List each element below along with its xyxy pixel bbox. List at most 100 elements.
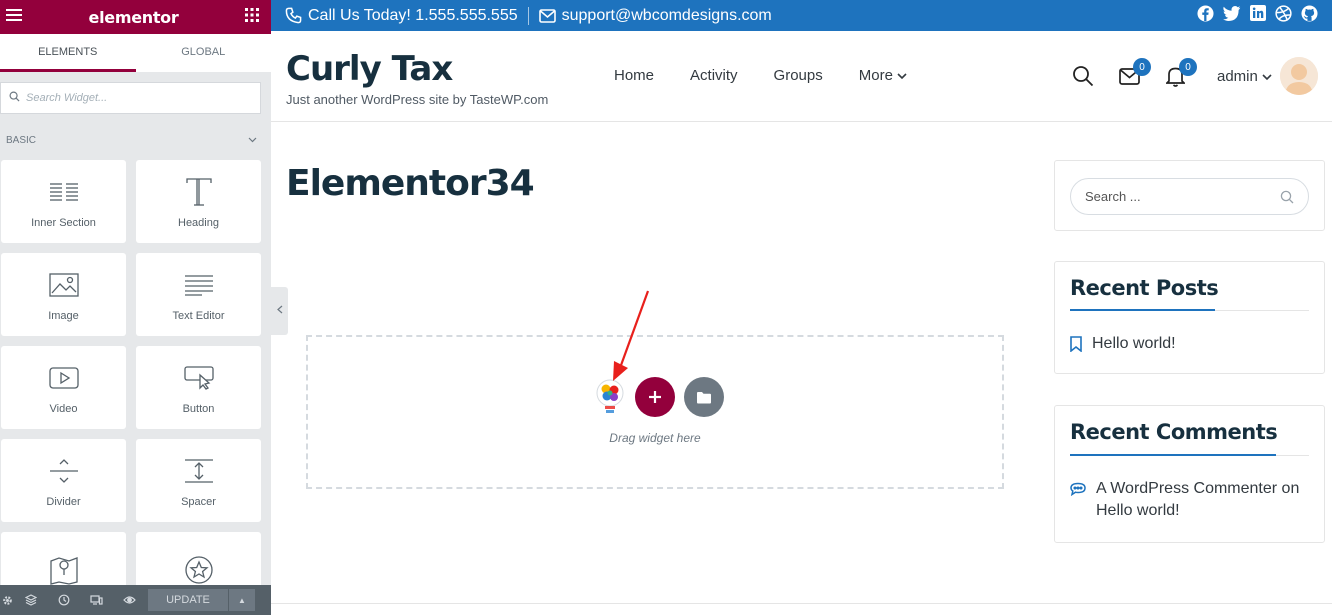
widget-label: Spacer xyxy=(181,495,216,508)
chevron-left-icon xyxy=(276,305,283,317)
widget-label: Inner Section xyxy=(31,216,96,229)
elementor-logo: elementor xyxy=(88,7,179,27)
annotation-arrow-icon xyxy=(613,290,650,381)
twitter-icon[interactable] xyxy=(1223,5,1241,26)
inner-section-icon xyxy=(49,175,79,209)
nav-label: Activity xyxy=(690,67,738,84)
github-icon[interactable] xyxy=(1301,4,1318,27)
panel-collapse-handle[interactable] xyxy=(271,287,288,335)
widgets-grid-icon[interactable] xyxy=(245,7,259,27)
nav-label: Home xyxy=(614,67,655,84)
top-bar: Call Us Today! 1.555.555.555 support@wbc… xyxy=(271,0,1332,31)
nav-groups[interactable]: Groups xyxy=(774,67,823,84)
caret-up-icon[interactable]: ▲ xyxy=(229,589,255,611)
search-icon xyxy=(9,89,20,107)
add-template-button[interactable] xyxy=(684,377,724,417)
widget-label: Button xyxy=(182,402,215,415)
user-menu[interactable]: admin xyxy=(1217,68,1272,85)
recent-comment-text: A WordPress Commenter on Hello world! xyxy=(1096,478,1299,522)
messages-count-badge: 0 xyxy=(1133,58,1151,76)
list-item: Hello world! xyxy=(1070,333,1176,355)
avatar[interactable] xyxy=(1279,57,1318,95)
widget-heading[interactable]: Heading xyxy=(136,160,261,243)
widget-inner-section[interactable]: Inner Section xyxy=(1,160,126,243)
site-title[interactable]: Curly Tax xyxy=(286,49,453,89)
email-link[interactable]: support@wbcomdesigns.com xyxy=(562,7,772,25)
navigator-layers-icon[interactable] xyxy=(14,585,47,615)
history-icon[interactable] xyxy=(47,585,80,615)
drag-widget-hint: Drag widget here xyxy=(609,431,701,445)
facebook-icon[interactable] xyxy=(1197,4,1214,27)
social-links xyxy=(1197,4,1318,27)
image-icon xyxy=(48,268,79,302)
sidebar-search-box xyxy=(1070,178,1309,215)
divider xyxy=(527,6,529,25)
tab-elements[interactable]: ELEMENTS xyxy=(0,34,136,72)
update-button[interactable]: UPDATE xyxy=(148,589,228,611)
nav-more[interactable]: More xyxy=(859,67,907,84)
responsive-mode-icon[interactable] xyxy=(80,585,113,615)
comment-post-link[interactable]: Hello world! xyxy=(1096,502,1180,519)
notifications-button[interactable]: 0 xyxy=(1163,58,1197,88)
nav-label: More xyxy=(858,67,893,84)
dribbble-icon[interactable] xyxy=(1275,4,1292,27)
page-title: Elementor34 xyxy=(286,163,535,204)
messages-button[interactable]: 0 xyxy=(1117,58,1151,88)
widget-divider[interactable]: Divider xyxy=(1,439,126,522)
heading-icon xyxy=(185,175,213,209)
widget-search-box xyxy=(0,82,261,114)
tab-global[interactable]: GLOBAL xyxy=(136,34,272,72)
phone-link[interactable]: Call Us Today! 1.555.555.555 xyxy=(308,7,518,25)
comment-author-link[interactable]: A WordPress Commenter on xyxy=(1096,480,1299,497)
chevron-down-icon xyxy=(897,67,907,84)
nav-activity[interactable]: Activity xyxy=(690,67,738,84)
recent-posts-title: Recent Posts xyxy=(1070,276,1219,300)
widget-label: Divider xyxy=(46,495,81,508)
widget-label: Video xyxy=(49,402,78,415)
sidebar-search-widget xyxy=(1054,160,1325,231)
category-basic[interactable]: BASIC xyxy=(0,120,271,160)
widget-text-editor[interactable]: Text Editor xyxy=(136,253,261,336)
settings-gear-icon[interactable] xyxy=(0,585,14,615)
title-divider xyxy=(1070,454,1309,456)
linkedin-icon[interactable] xyxy=(1250,5,1266,26)
envelope-icon xyxy=(538,8,556,23)
list-item: A WordPress Commenter on Hello world! xyxy=(1070,478,1299,522)
widget-grid: Inner Section Heading Image Text Editor … xyxy=(0,160,271,615)
divider-icon xyxy=(49,454,79,488)
chevron-down-icon xyxy=(1262,68,1272,85)
widget-image[interactable]: Image xyxy=(1,253,126,336)
hamburger-menu-icon[interactable] xyxy=(6,8,22,27)
sidebar-search-input[interactable] xyxy=(1085,189,1280,204)
search-icon[interactable] xyxy=(1071,64,1095,88)
phone-icon xyxy=(285,7,302,24)
button-icon xyxy=(183,361,214,395)
recent-post-link[interactable]: Hello world! xyxy=(1092,333,1176,355)
nav-label: Groups xyxy=(773,67,823,84)
widget-spacer[interactable]: Spacer xyxy=(136,439,261,522)
site-header: Curly Tax Just another WordPress site by… xyxy=(271,31,1332,122)
video-icon xyxy=(48,361,79,395)
widget-video[interactable]: Video xyxy=(1,346,126,429)
search-icon[interactable] xyxy=(1280,190,1294,204)
comment-icon xyxy=(1070,482,1086,496)
site-tagline: Just another WordPress site by TasteWP.c… xyxy=(286,92,549,107)
username: admin xyxy=(1217,67,1258,85)
recent-comments-title: Recent Comments xyxy=(1070,420,1278,444)
spacer-icon xyxy=(184,454,214,488)
star-icon xyxy=(184,553,214,587)
bookmark-icon xyxy=(1070,336,1082,352)
text-editor-icon xyxy=(184,268,214,302)
category-label: BASIC xyxy=(6,134,37,146)
widget-search-input[interactable] xyxy=(26,92,252,104)
widget-label: Text Editor xyxy=(172,309,225,322)
google-maps-icon xyxy=(49,553,78,587)
widget-label: Heading xyxy=(178,216,219,229)
recent-posts-widget: Recent Posts Hello world! xyxy=(1054,261,1325,374)
header-tools: 0 0 admin xyxy=(1071,57,1318,95)
main-navigation: Home Activity Groups More xyxy=(614,67,907,84)
preview-eye-icon[interactable] xyxy=(113,585,146,615)
title-divider xyxy=(1070,309,1309,311)
widget-button[interactable]: Button xyxy=(136,346,261,429)
nav-home[interactable]: Home xyxy=(614,67,654,84)
